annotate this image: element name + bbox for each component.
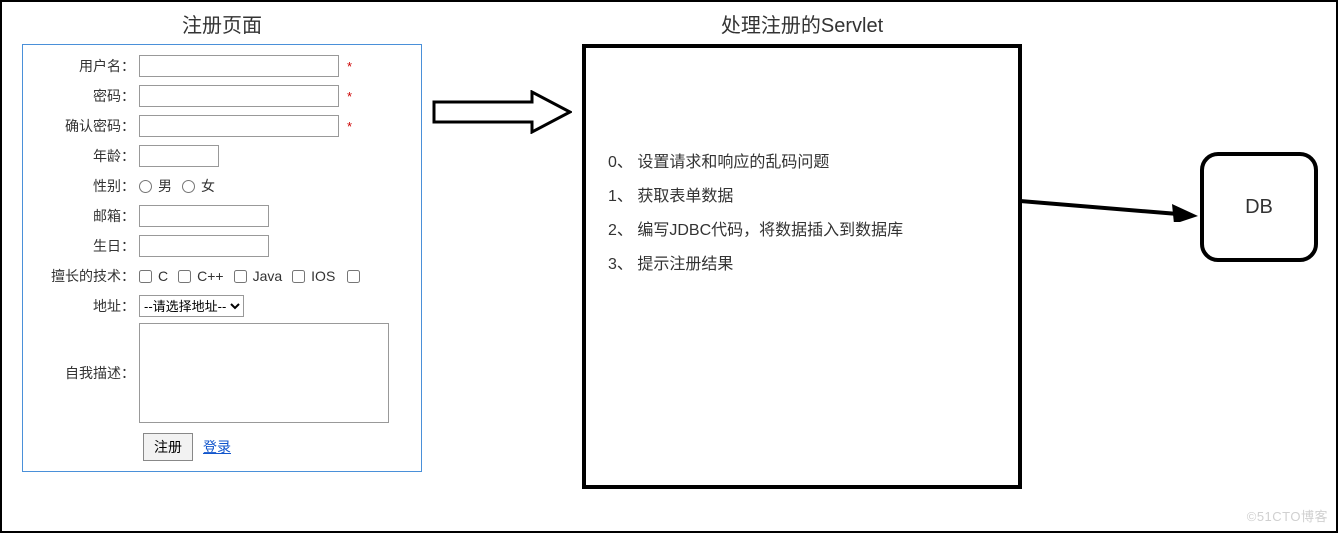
servlet-box: 0、 设置请求和响应的乱码问题 1、 获取表单数据 2、 编写JDBC代码，将数…: [582, 44, 1022, 489]
label-skills: 擅长的技术：: [29, 266, 139, 286]
row-birthday: 生日：: [29, 233, 415, 259]
row-confirm-password: 确认密码： *: [29, 113, 415, 139]
label-confirm-password: 确认密码：: [29, 116, 139, 136]
value-self-desc: [139, 323, 415, 423]
label-email: 邮箱：: [29, 206, 139, 226]
value-email: [139, 205, 415, 227]
skill-cpp-label: C++: [197, 268, 223, 284]
birthday-input[interactable]: [139, 235, 269, 257]
value-age: [139, 145, 415, 167]
self-desc-textarea[interactable]: [139, 323, 389, 423]
diagram-frame: 注册页面 用户名： * 密码： * 确认密码： *: [0, 0, 1338, 533]
required-mark: *: [347, 119, 352, 134]
skill-c-checkbox[interactable]: [139, 270, 152, 283]
label-password: 密码：: [29, 86, 139, 106]
value-gender: 男 女: [139, 176, 415, 196]
email-input[interactable]: [139, 205, 269, 227]
row-address: 地址： --请选择地址--: [29, 293, 415, 319]
required-mark: *: [347, 89, 352, 104]
skill-ios-label: IOS: [311, 268, 335, 284]
label-address: 地址：: [29, 296, 139, 316]
servlet-title: 处理注册的Servlet: [582, 9, 1022, 38]
value-password: *: [139, 85, 415, 107]
form-title: 注册页面: [22, 9, 422, 38]
skill-ios-checkbox[interactable]: [292, 270, 305, 283]
password-input[interactable]: [139, 85, 339, 107]
row-skills: 擅长的技术： C C++ Java IOS: [29, 263, 415, 289]
register-button[interactable]: 注册: [143, 433, 193, 461]
skill-c-label: C: [158, 268, 168, 284]
arrow-form-to-servlet: [432, 90, 572, 134]
form-region: 注册页面 用户名： * 密码： * 确认密码： *: [22, 7, 422, 472]
age-input[interactable]: [139, 145, 219, 167]
value-birthday: [139, 235, 415, 257]
login-link[interactable]: 登录: [203, 437, 231, 457]
skill-java-checkbox[interactable]: [234, 270, 247, 283]
form-actions: 注册 登录: [29, 433, 415, 461]
skill-java-label: Java: [253, 268, 283, 284]
gender-female-label: 女: [201, 176, 215, 196]
label-age: 年龄：: [29, 146, 139, 166]
servlet-step-3: 3、 提示注册结果: [608, 250, 996, 274]
watermark: ©51CTO博客: [1247, 506, 1328, 525]
row-username: 用户名： *: [29, 53, 415, 79]
value-confirm-password: *: [139, 115, 415, 137]
db-box: DB: [1200, 152, 1318, 262]
value-address: --请选择地址--: [139, 295, 415, 317]
db-label: DB: [1245, 196, 1273, 219]
confirm-password-input[interactable]: [139, 115, 339, 137]
username-input[interactable]: [139, 55, 339, 77]
required-mark: *: [347, 59, 352, 74]
arrow-servlet-to-db: [1020, 192, 1198, 222]
servlet-region: 处理注册的Servlet 0、 设置请求和响应的乱码问题 1、 获取表单数据 2…: [582, 7, 1022, 489]
label-birthday: 生日：: [29, 236, 139, 256]
servlet-step-2: 2、 编写JDBC代码，将数据插入到数据库: [608, 216, 996, 240]
value-skills: C C++ Java IOS: [139, 268, 415, 284]
servlet-step-1: 1、 获取表单数据: [608, 182, 996, 206]
gender-male-radio[interactable]: [139, 180, 152, 193]
label-gender: 性别：: [29, 176, 139, 196]
address-select[interactable]: --请选择地址--: [139, 295, 244, 317]
form-box: 用户名： * 密码： * 确认密码： *: [22, 44, 422, 472]
label-username: 用户名：: [29, 56, 139, 76]
row-age: 年龄：: [29, 143, 415, 169]
servlet-step-0: 0、 设置请求和响应的乱码问题: [608, 148, 996, 172]
label-self-desc: 自我描述：: [29, 323, 139, 383]
gender-female-radio[interactable]: [182, 180, 195, 193]
value-username: *: [139, 55, 415, 77]
row-password: 密码： *: [29, 83, 415, 109]
skill-cpp-checkbox[interactable]: [178, 270, 191, 283]
row-gender: 性别： 男 女: [29, 173, 415, 199]
skill-extra-checkbox[interactable]: [347, 270, 360, 283]
row-email: 邮箱：: [29, 203, 415, 229]
row-self-desc: 自我描述：: [29, 323, 415, 423]
gender-male-label: 男: [158, 176, 172, 196]
